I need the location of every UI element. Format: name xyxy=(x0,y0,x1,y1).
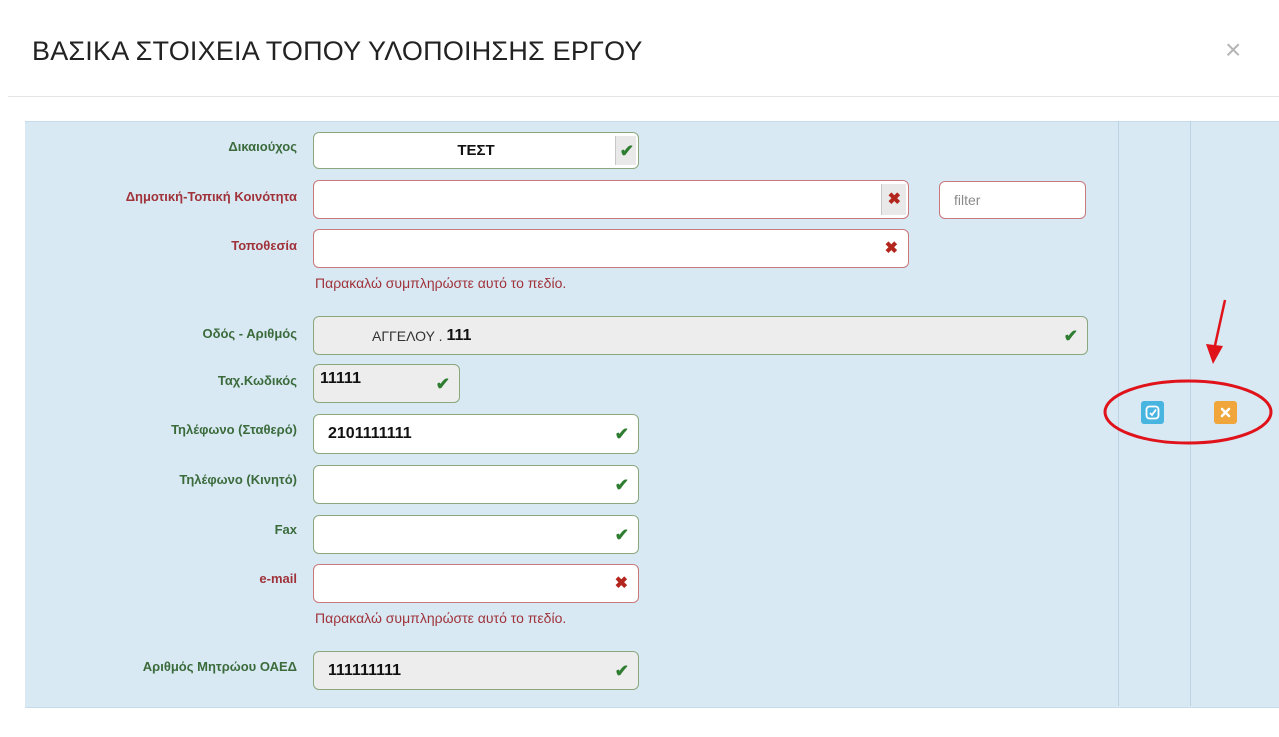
fax-input[interactable]: ✔ xyxy=(313,515,639,554)
phone-landline-label: Τηλέφωνο (Σταθερό) xyxy=(171,422,297,437)
header-divider xyxy=(8,96,1279,97)
valid-check-icon: ✔ xyxy=(614,525,629,544)
invalid-cross-icon: ✖ xyxy=(614,574,628,592)
phone-landline-input[interactable]: 2101111111 ✔ xyxy=(313,414,639,454)
invalid-cross-icon: ✖ xyxy=(884,239,898,257)
street-input[interactable]: ΑΓΓΕΛΟΥ . 111 ✔ xyxy=(313,316,1088,355)
location-label: Τοποθεσία xyxy=(231,238,297,253)
oaed-number-label: Αριθμός Μητρώου ΟΑΕΔ xyxy=(142,659,297,674)
location-hint: Παρακαλώ συμπληρώστε αυτό το πεδίο. xyxy=(315,275,567,291)
postal-code-input[interactable]: 11111 ✔ xyxy=(313,364,460,403)
phone-mobile-label: Τηλέφωνο (Κινητό) xyxy=(179,472,297,487)
fax-label: Fax xyxy=(274,522,297,537)
email-input[interactable]: ✖ xyxy=(313,564,639,603)
close-icon[interactable]: × xyxy=(1225,36,1241,64)
email-hint: Παρακαλώ συμπληρώστε αυτό το πεδίο. xyxy=(315,610,567,626)
phone-landline-value: 2101111111 xyxy=(328,425,412,442)
valid-check-icon: ✔ xyxy=(614,424,629,444)
beneficiary-value: ΤΕΣΤ xyxy=(457,142,495,159)
cancel-button[interactable] xyxy=(1214,401,1237,424)
cancel-icon xyxy=(1220,407,1231,418)
valid-check-icon: ✔ xyxy=(614,475,629,494)
street-value: ΑΓΓΕΛΟΥ . 111 xyxy=(372,326,472,344)
community-filter-input[interactable] xyxy=(939,181,1086,219)
valid-check-icon: ✔ xyxy=(619,141,634,160)
phone-mobile-input[interactable]: ✔ xyxy=(313,465,639,504)
valid-check-icon: ✔ xyxy=(435,374,450,393)
beneficiary-label: Δικαιούχος xyxy=(228,139,297,154)
oaed-number-input[interactable]: 111111111 ✔ xyxy=(313,651,639,690)
street-label: Οδός - Αριθμός xyxy=(202,326,298,341)
edit-button[interactable] xyxy=(1141,401,1164,424)
edit-icon xyxy=(1145,405,1160,420)
community-select[interactable]: ✖ xyxy=(313,180,909,219)
valid-check-icon: ✔ xyxy=(1063,326,1078,345)
dialog-title: ΒΑΣΙΚΑ ΣΤΟΙΧΕΙΑ ΤΟΠΟΥ ΥΛΟΠΟΙΗΣΗΣ ΕΡΓΟΥ xyxy=(32,36,643,66)
oaed-number-value: 111111111 xyxy=(328,661,402,679)
postal-code-label: Ταχ.Κωδικός xyxy=(217,373,297,388)
column-divider xyxy=(1118,121,1119,706)
location-input[interactable]: ✖ xyxy=(313,229,909,268)
valid-check-icon: ✔ xyxy=(614,661,629,680)
beneficiary-select[interactable]: ΤΕΣΤ ✔ xyxy=(313,132,639,169)
postal-code-value: 11111 xyxy=(320,369,361,387)
invalid-cross-icon: ✖ xyxy=(887,190,901,208)
community-label: Δημοτική-Τοπική Κοινότητα xyxy=(125,189,297,204)
email-label: e-mail xyxy=(259,571,297,586)
column-divider xyxy=(1190,121,1191,706)
